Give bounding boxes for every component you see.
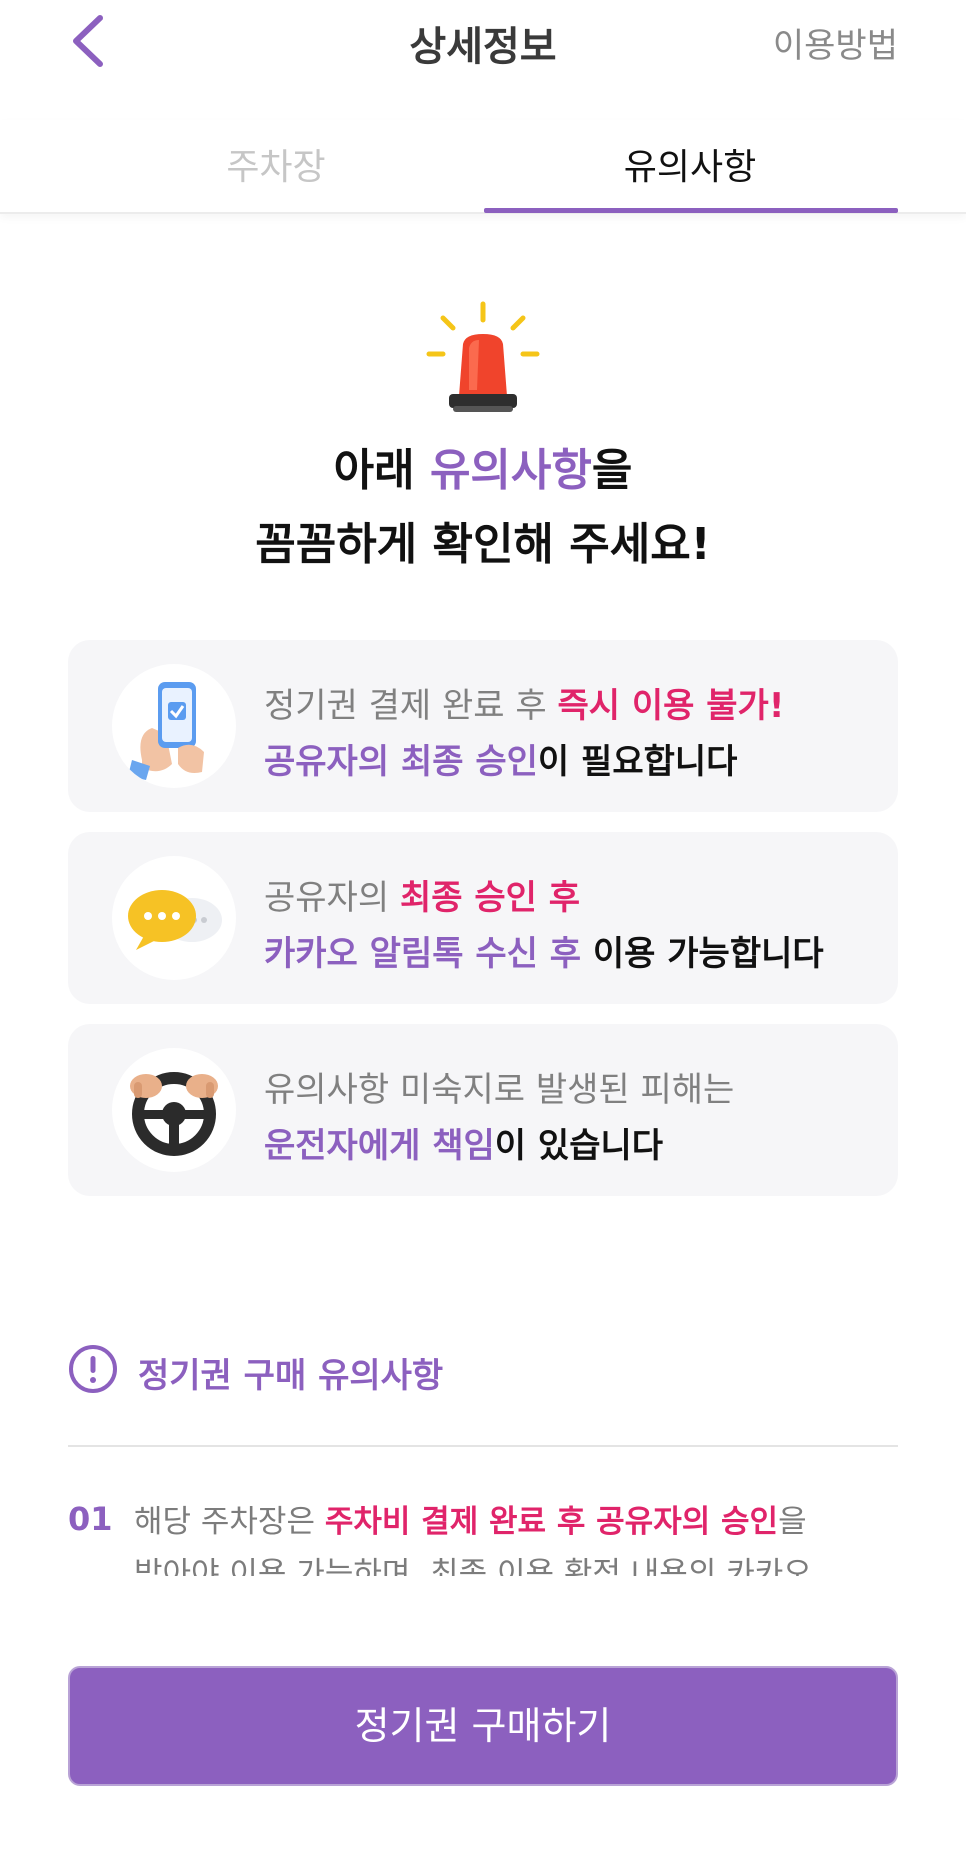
exclamation-circle-icon	[69, 1345, 117, 1393]
notice-card-responsibility: 유의사항 미숙지로 발생된 피해는 운전자에게 책임이 있습니다	[68, 1024, 898, 1196]
card-text-highlight: 최종 승인 후	[399, 878, 581, 918]
section-title: 정기권 구매 유의사항	[138, 1356, 444, 1396]
card-text-bold: 이 있습니다	[494, 1126, 664, 1166]
notice-line-2: 받아야 이용 가능하며, 최종 이용 확정 내용의 카카오	[134, 1556, 812, 1576]
card-text-accent: 공유자의 최종 승인	[264, 742, 538, 782]
how-to-use-link[interactable]: 이용방법	[773, 18, 898, 67]
buy-season-pass-button[interactable]: 정기권 구매하기	[68, 1666, 898, 1786]
card-line-1: 공유자의 최종 승인 후	[264, 870, 580, 919]
card-text-bold: 이 필요합니다	[537, 742, 738, 782]
card-text-accent: 운전자에게 책임	[264, 1126, 495, 1166]
steering-wheel-icon	[112, 1048, 236, 1172]
headline-text: 아래	[333, 445, 430, 496]
headline-text-suffix: 을	[591, 445, 633, 496]
card-line-2: 카카오 알림톡 수신 후 이용 가능합니다	[264, 926, 824, 975]
notice-card-approval: 정기권 결제 완료 후 즉시 이용 불가! 공유자의 최종 승인이 필요합니다	[68, 640, 898, 812]
notice-card-kakao: 공유자의 최종 승인 후 카카오 알림톡 수신 후 이용 가능합니다	[68, 832, 898, 1004]
card-text-gray: 공유자의	[264, 878, 400, 918]
notice-text-highlight: 주차비 결제 완료 후 공유자의 승인	[324, 1504, 779, 1540]
kakao-talk-bubble-icon	[112, 856, 236, 980]
notice-text: 해당 주차장은	[134, 1504, 325, 1540]
card-line-2: 운전자에게 책임이 있습니다	[264, 1118, 663, 1167]
notice-item: 해당 주차장은 주차비 결제 완료 후 공유자의 승인을 받아야 이용 가능하며…	[134, 1496, 894, 1576]
phone-approval-icon	[112, 664, 236, 788]
card-text-gray: 유의사항 미숙지로 발생된 피해는	[264, 1070, 735, 1110]
card-text-gray: 정기권 결제 완료 후	[264, 686, 558, 726]
card-line-2: 공유자의 최종 승인이 필요합니다	[264, 734, 737, 783]
headline-line-1: 아래 유의사항을	[0, 434, 966, 508]
notice-text-suffix: 을	[778, 1504, 807, 1540]
notice-number: 01	[68, 1500, 113, 1538]
headline-accent-text: 유의사항	[429, 445, 592, 496]
section-divider	[68, 1445, 898, 1447]
siren-icon	[426, 301, 540, 412]
tab-notice[interactable]: 유의사항	[484, 138, 896, 190]
active-tab-indicator	[484, 208, 898, 213]
tab-parking-lot[interactable]: 주차장	[70, 138, 482, 190]
card-line-1: 정기권 결제 완료 후 즉시 이용 불가!	[264, 678, 784, 727]
tab-bar: 주차장 유의사항	[0, 120, 966, 214]
card-text-highlight: 즉시 이용 불가!	[557, 686, 785, 726]
notice-line-1: 해당 주차장은 주차비 결제 완료 후 공유자의 승인을	[134, 1496, 894, 1548]
card-text-accent: 카카오 알림톡 수신 후	[264, 934, 582, 974]
top-bar: 상세정보 이용방법	[0, 0, 966, 90]
card-line-1: 유의사항 미숙지로 발생된 피해는	[264, 1062, 734, 1111]
headline-line-2: 꼼꼼하게 확인해 주세요!	[255, 519, 711, 570]
card-text-bold: 이용 가능합니다	[581, 934, 824, 974]
